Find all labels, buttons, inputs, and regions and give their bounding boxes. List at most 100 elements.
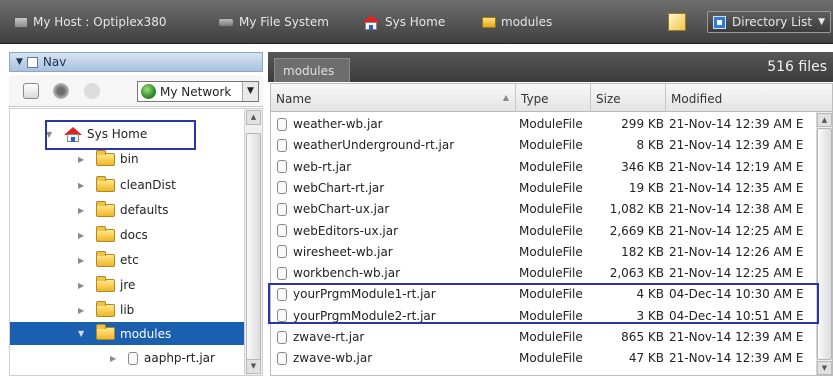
column-header-modified[interactable]: Modified (666, 84, 816, 112)
file-type: ModuleFile (519, 330, 583, 344)
sync-icon[interactable] (53, 83, 69, 99)
table-row[interactable]: webChart-rt.jar ModuleFile 19 KB 21-Nov-14 … (271, 179, 816, 198)
file-name: webChart-rt.jar (293, 180, 385, 195)
computer-icon (14, 16, 28, 28)
chevron-down-icon[interactable]: ▼ (242, 82, 258, 101)
table-row[interactable]: zwave-rt.jar ModuleFile 865 KB 21-Nov-14 12… (271, 328, 816, 347)
view-select[interactable]: Directory List ▼ (707, 11, 831, 33)
file-name: zwave-wb.jar (293, 351, 373, 366)
tree-node-docs[interactable]: ▶ docs (78, 225, 148, 245)
expand-icon[interactable]: ▶ (110, 354, 122, 363)
collapse-icon[interactable]: ▼ (16, 57, 23, 67)
table-row[interactable]: webEditors-ux.jar ModuleFile 2,669 KB 21-No… (271, 222, 816, 241)
expand-icon[interactable]: ▼ (78, 329, 90, 338)
file-size: 8 KB (636, 138, 664, 153)
jar-file-icon (277, 160, 287, 174)
table-header: Name ▲ Type Size Modified (271, 84, 832, 112)
jar-file-icon (277, 330, 287, 344)
file-type: ModuleFile (519, 223, 583, 238)
scroll-down-icon[interactable]: ▼ (817, 361, 832, 375)
close-icon[interactable] (84, 83, 100, 99)
scroll-thumb[interactable] (817, 128, 832, 360)
tree-node-modules[interactable]: ▼ modules (10, 322, 244, 345)
file-type: ModuleFile (519, 244, 583, 259)
folder-icon (96, 275, 115, 292)
expand-icon[interactable]: ▶ (78, 231, 90, 240)
file-type: ModuleFile (519, 180, 583, 195)
file-name-cell: webEditors-ux.jar (277, 224, 398, 238)
file-name-cell: web-rt.jar (277, 160, 351, 174)
expand-icon[interactable]: ▶ (78, 256, 90, 265)
folder-icon (96, 149, 115, 166)
table-row[interactable]: webChart-ux.jar ModuleFile 1,082 KB 21-Nov-… (271, 200, 816, 219)
table-row[interactable]: weatherUnderground-rt.jar ModuleFile 8 KB 2… (271, 136, 816, 155)
edit-icon[interactable] (668, 13, 686, 31)
file-modified: 21-Nov-14 12:38 AM E (669, 202, 804, 217)
scroll-down-icon[interactable]: ▼ (246, 359, 261, 374)
table-row[interactable]: workbench-wb.jar ModuleFile 2,063 KB 21-Nov… (271, 264, 816, 283)
expand-icon[interactable]: ▶ (78, 155, 90, 164)
chevron-down-icon: ▼ (818, 17, 826, 27)
file-modified: 21-Nov-14 12:25 AM E (669, 223, 804, 238)
jar-file-icon (277, 245, 287, 259)
expand-icon[interactable]: ▶ (78, 181, 90, 190)
tab-modules[interactable]: modules (274, 58, 350, 82)
tree-node-etc[interactable]: ▶ etc (78, 250, 139, 270)
tree-node-aaphp[interactable]: ▶ aaphp-rt.jar (110, 348, 215, 368)
scroll-thumb[interactable] (246, 133, 261, 361)
tree-node-jre[interactable]: ▶ jre (78, 275, 135, 295)
column-header-label: Type (521, 92, 549, 106)
expand-icon[interactable]: ▶ (78, 306, 90, 315)
tree-node-label: defaults (120, 203, 169, 217)
column-header-size[interactable]: Size (591, 84, 666, 112)
tree-node-bin[interactable]: ▶ bin (78, 149, 139, 169)
tree-node-label: modules (120, 326, 172, 341)
tree-node-label: etc (120, 253, 139, 267)
view-select-label: Directory List (732, 15, 813, 29)
tree-node-cleandist[interactable]: ▶ cleanDist (78, 175, 176, 195)
file-modified: 21-Nov-14 12:25 AM E (669, 266, 804, 281)
jar-file-icon (128, 351, 138, 365)
expand-icon[interactable]: ▶ (78, 206, 90, 215)
tree-node-defaults[interactable]: ▶ defaults (78, 200, 168, 220)
crumb-sys-home[interactable]: Sys Home (362, 13, 445, 31)
expand-icon[interactable]: ▶ (78, 281, 90, 290)
nav-icon (26, 56, 38, 68)
table-row[interactable]: wiresheet-wb.jar ModuleFile 182 KB 21-Nov-1… (271, 243, 816, 262)
folder-icon (96, 300, 115, 317)
file-name: zwave-rt.jar (293, 330, 365, 344)
column-header-type[interactable]: Type (516, 84, 591, 112)
crumb-host[interactable]: My Host : Optiplex380 (14, 13, 167, 31)
file-name-cell: zwave-rt.jar (277, 330, 364, 344)
open-icon[interactable] (23, 83, 39, 99)
crumb-file-system[interactable]: My File System (218, 13, 329, 31)
crumb-host-label: My Host : Optiplex380 (33, 15, 167, 29)
nav-scrollbar[interactable]: ▲ ▼ (244, 109, 262, 375)
file-count: 516 files (767, 59, 827, 75)
home-icon (362, 14, 380, 30)
file-type: ModuleFile (519, 202, 583, 217)
scroll-up-icon[interactable]: ▲ (246, 110, 261, 125)
nav-header[interactable]: ▼ Nav (9, 52, 263, 72)
file-name-cell: zwave-wb.jar (277, 351, 372, 365)
network-select[interactable]: My Network ▼ (137, 81, 259, 102)
network-select-label: My Network (160, 84, 232, 99)
scroll-up-icon[interactable]: ▲ (817, 113, 832, 127)
table-row[interactable]: weather-wb.jar ModuleFile 299 KB 21-Nov-14 … (271, 115, 816, 134)
file-name-cell: workbench-wb.jar (277, 266, 400, 280)
jar-file-icon (277, 117, 287, 131)
table-row[interactable]: zwave-wb.jar ModuleFile 47 KB 21-Nov-14 12:… (271, 349, 816, 368)
column-header-name[interactable]: Name ▲ (271, 84, 516, 112)
file-modified: 21-Nov-14 12:39 AM E (669, 351, 804, 366)
table-row[interactable]: web-rt.jar ModuleFile 346 KB 21-Nov-14 12:1… (271, 158, 816, 177)
crumb-sys-home-label: Sys Home (385, 15, 446, 29)
jar-file-icon (277, 181, 287, 195)
jar-file-icon (277, 224, 287, 237)
file-name: weatherUnderground-rt.jar (293, 138, 455, 153)
table-scrollbar[interactable]: ▲ ▼ (816, 112, 832, 375)
tree-node-label: jre (120, 278, 136, 292)
tree-node-lib[interactable]: ▶ lib (78, 300, 134, 320)
content-tab-bar: modules 516 files (268, 52, 833, 82)
file-name: weather-wb.jar (293, 117, 383, 131)
crumb-modules[interactable]: modules (482, 13, 552, 31)
